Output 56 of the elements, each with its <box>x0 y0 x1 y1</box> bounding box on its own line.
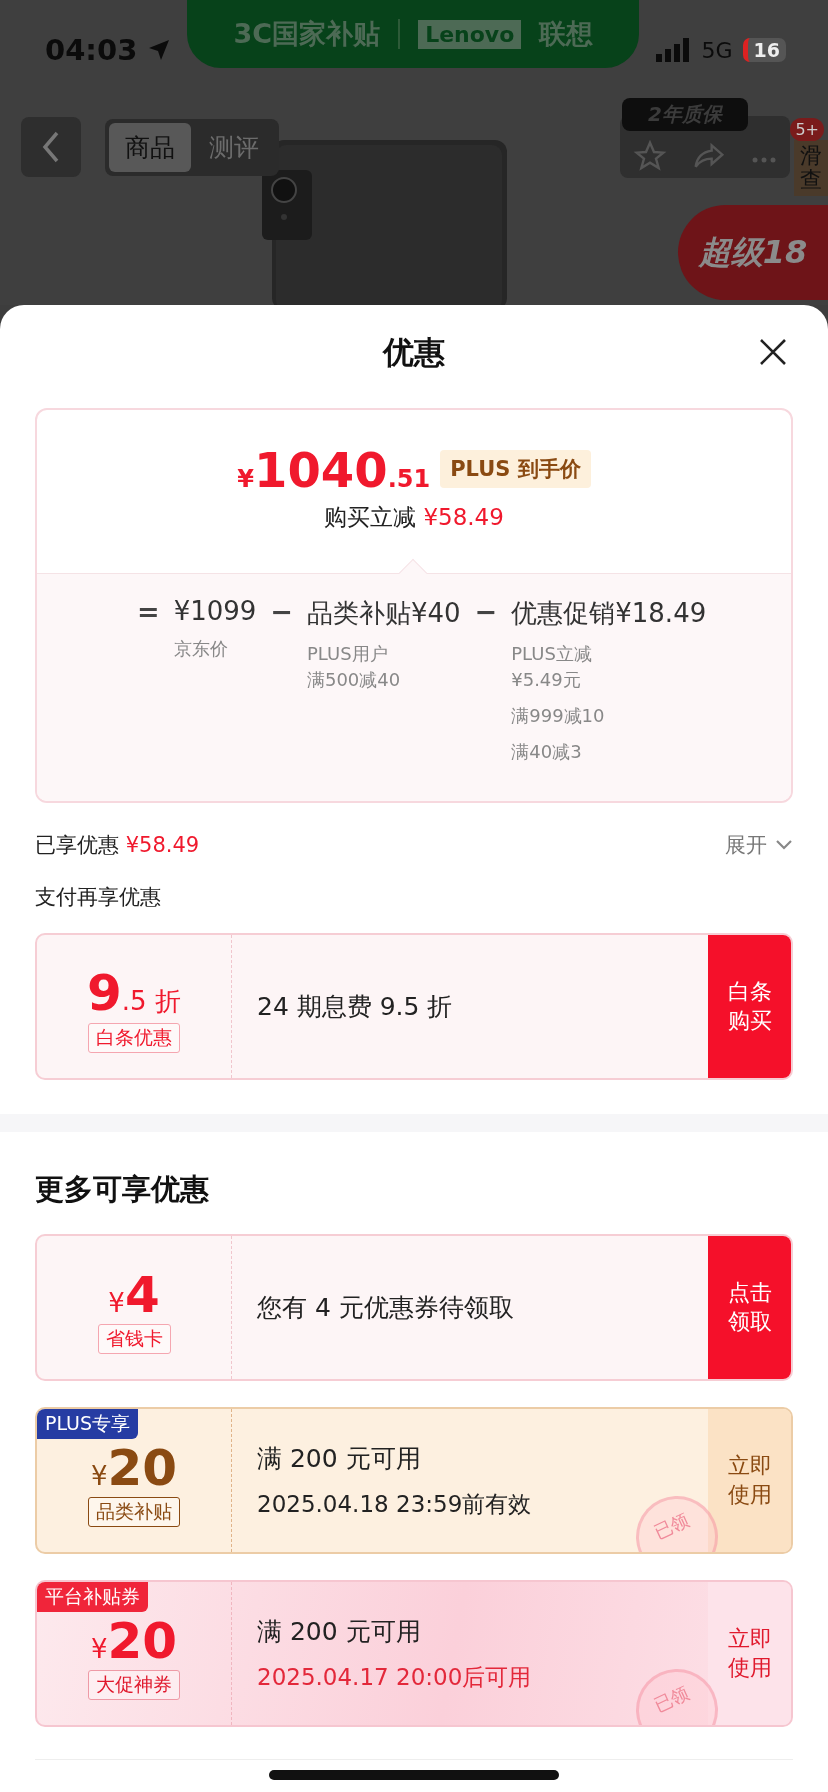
offer-tag: 品类补贴 <box>88 1496 180 1527</box>
offer-value: 9.5 折 <box>87 968 181 1020</box>
offer-condition: 满 200 元可用 <box>257 1442 422 1475</box>
operator-sign: − <box>474 596 498 627</box>
section-title: 更多可享优惠 <box>35 1171 210 1209</box>
corner-label: PLUS专享 <box>37 1409 139 1440</box>
breakdown-note: 满999减10 <box>511 704 606 729</box>
offer-value: ¥4 <box>108 1269 160 1320</box>
corner-label: 平台补贴券 <box>37 1582 148 1613</box>
offer-action-button[interactable]: 点击领取 <box>708 1236 791 1380</box>
chevron-left-icon <box>41 130 61 164</box>
breakdown-amount: 品类补贴¥40 <box>306 597 461 630</box>
sheet-title: 优惠 <box>383 332 445 372</box>
offer-condition: 满 200 元可用 <box>257 1615 422 1648</box>
breakdown-note: 满500减40 <box>306 668 402 693</box>
breakdown-amount: 优惠促销¥18.49 <box>511 597 707 630</box>
operator-sign: = <box>137 596 160 627</box>
offer-validity: 2025.04.18 23:59前有效 <box>257 1489 533 1519</box>
page-tab[interactable]: 测评 <box>193 122 275 172</box>
price-tag: PLUS 到手价 <box>440 450 591 488</box>
breakdown-note: PLUS用户 <box>306 642 389 666</box>
final-price: ¥1040.51 <box>237 446 431 494</box>
offer-action-button[interactable]: 立即使用 <box>708 1409 791 1553</box>
back-button[interactable] <box>21 117 81 177</box>
offer-description: 您有 4 元优惠券待领取 <box>257 1292 515 1325</box>
page-tab[interactable]: 商品 <box>109 122 191 172</box>
promo-badge: 超级18 <box>678 205 828 300</box>
offer-validity: 2025.04.17 20:00后可用 <box>257 1662 533 1692</box>
notification-badge: 5+ <box>790 118 824 141</box>
offer-action-button[interactable]: 立即使用 <box>708 1582 791 1726</box>
operator-sign: − <box>270 596 293 627</box>
saving-text: 购买立减 ¥58.49 <box>324 503 504 532</box>
offer-action-button[interactable]: 白条购买 <box>708 935 791 1079</box>
offer-tag: 白条优惠 <box>88 1023 180 1054</box>
side-hint: 滑查 <box>794 140 828 197</box>
offer-value: ¥20 <box>90 1442 178 1493</box>
offer-value: ¥20 <box>90 1615 178 1666</box>
breakdown-amount: ¥1099 <box>173 596 257 626</box>
battery-level: 16 <box>742 38 786 62</box>
offer-tag: 省钱卡 <box>97 1323 171 1354</box>
offer-description: 24 期息费 9.5 折 <box>257 991 454 1024</box>
signal-icon <box>655 38 692 62</box>
offer-tag: 大促神券 <box>88 1669 180 1700</box>
close-icon[interactable] <box>758 337 788 367</box>
banner-title: 3C国家补贴 <box>233 17 381 51</box>
brand-name: 联想 <box>539 17 594 51</box>
brand-badge: Lenovo <box>418 19 522 49</box>
breakdown-note: 京东价 <box>173 637 229 661</box>
location-icon <box>147 38 172 62</box>
breakdown-note: 满40减3 <box>511 740 583 765</box>
star-icon[interactable] <box>632 140 667 172</box>
breakdown-note: ¥5.49元 <box>511 668 582 693</box>
breakdown-note: PLUS立减 <box>511 642 593 666</box>
expand-toggle[interactable]: 展开 <box>725 831 793 860</box>
enjoyed-discount: 已享优惠 ¥58.49 <box>35 832 200 860</box>
section-title: 支付再享优惠 <box>35 884 162 912</box>
